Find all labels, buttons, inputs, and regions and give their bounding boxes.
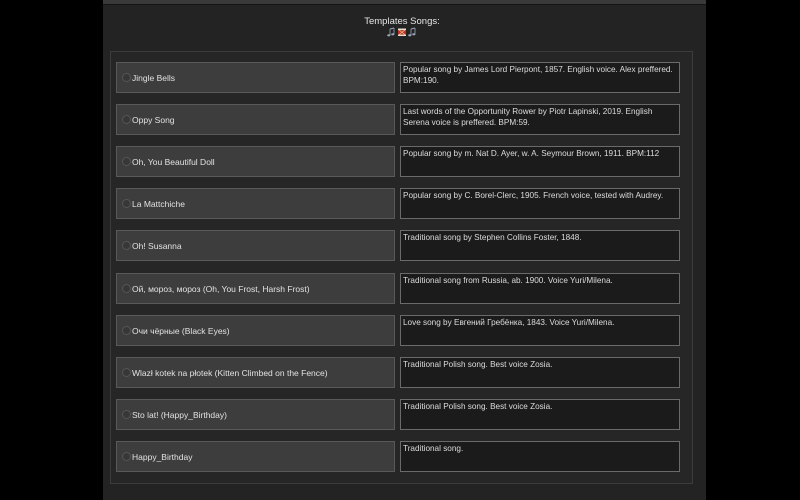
song-title: Oppy Song — [132, 115, 175, 125]
song-button-beautiful-doll[interactable]: Oh, You Beautiful Doll — [116, 146, 395, 177]
song-description-field[interactable]: Love song by Евгений Гребёнка, 1843. Voi… — [400, 315, 680, 346]
song-row: Happy_Birthday Traditional song. — [116, 441, 691, 475]
song-row: Очи чёрные (Black Eyes) Love song by Евг… — [116, 315, 691, 349]
song-title: Oh! Susanna — [132, 241, 182, 251]
song-row: Jingle Bells Popular song by James Lord … — [116, 62, 691, 96]
songs-panel: Jingle Bells Popular song by James Lord … — [110, 51, 693, 484]
song-button-oi-moroz[interactable]: Ой, мороз, мороз (Oh, You Frost, Harsh F… — [116, 273, 395, 304]
song-title: Ой, мороз, мороз (Oh, You Frost, Harsh F… — [132, 284, 310, 294]
song-row: Oh, You Beautiful Doll Popular song by m… — [116, 146, 691, 180]
song-row: Oh! Susanna Traditional song by Stephen … — [116, 230, 691, 264]
radio-icon — [122, 157, 131, 166]
song-title: Sto lat! (Happy_Birthday) — [132, 410, 227, 420]
song-row: Oppy Song Last words of the Opportunity … — [116, 104, 691, 138]
song-button-sto-lat[interactable]: Sto lat! (Happy_Birthday) — [116, 399, 395, 430]
song-button-jingle-bells[interactable]: Jingle Bells — [116, 62, 395, 93]
radio-icon — [122, 368, 131, 377]
song-button-wlazl-kotek[interactable]: Wlazł kotek na płotek (Kitten Climbed on… — [116, 357, 395, 388]
radio-icon — [122, 115, 131, 124]
radio-icon — [122, 73, 131, 82]
radio-icon — [122, 284, 131, 293]
song-row: Ой, мороз, мороз (Oh, You Frost, Harsh F… — [116, 273, 691, 307]
radio-icon — [122, 199, 131, 208]
radio-icon — [122, 410, 131, 419]
song-description-field[interactable]: Popular song by C. Borel-Clerc, 1905. Fr… — [400, 188, 680, 219]
song-row: Sto lat! (Happy_Birthday) Traditional Po… — [116, 399, 691, 433]
templates-window: Templates Songs: Jingle Bells Popular so… — [103, 0, 706, 500]
radio-icon — [122, 452, 131, 461]
song-title: Oh, You Beautiful Doll — [132, 157, 215, 167]
song-title: Jingle Bells — [132, 73, 175, 83]
song-description-field[interactable]: Last words of the Opportunity Rower by P… — [400, 104, 680, 135]
song-description-field[interactable]: Traditional song. — [400, 441, 680, 472]
song-description-field[interactable]: Traditional song by Stephen Collins Fost… — [400, 230, 680, 261]
music-notes-drum-icon — [387, 27, 416, 37]
song-button-happy-birthday[interactable]: Happy_Birthday — [116, 441, 395, 472]
song-button-la-mattchiche[interactable]: La Mattchiche — [116, 188, 395, 219]
song-title: Очи чёрные (Black Eyes) — [132, 326, 230, 336]
song-description-field[interactable]: Traditional Polish song. Best voice Zosi… — [400, 357, 680, 388]
song-button-oppy-song[interactable]: Oppy Song — [116, 104, 395, 135]
song-button-ochi-chernye[interactable]: Очи чёрные (Black Eyes) — [116, 315, 395, 346]
song-button-oh-susanna[interactable]: Oh! Susanna — [116, 230, 395, 261]
song-description-field[interactable]: Traditional song from Russia, ab. 1900. … — [400, 273, 680, 304]
song-title: La Mattchiche — [132, 199, 185, 209]
song-description-field[interactable]: Traditional Polish song. Best voice Zosi… — [400, 399, 680, 430]
song-title: Wlazł kotek na płotek (Kitten Climbed on… — [132, 368, 328, 378]
window-titlebar — [103, 0, 706, 5]
radio-icon — [122, 241, 131, 250]
song-title: Happy_Birthday — [132, 452, 193, 462]
song-row: Wlazł kotek na płotek (Kitten Climbed on… — [116, 357, 691, 391]
song-row: La Mattchiche Popular song by C. Borel-C… — [116, 188, 691, 222]
radio-icon — [122, 326, 131, 335]
song-description-field[interactable]: Popular song by m. Nat D. Ayer, w. A. Se… — [400, 146, 680, 177]
song-description-field[interactable]: Popular song by James Lord Pierpont, 185… — [400, 62, 680, 93]
